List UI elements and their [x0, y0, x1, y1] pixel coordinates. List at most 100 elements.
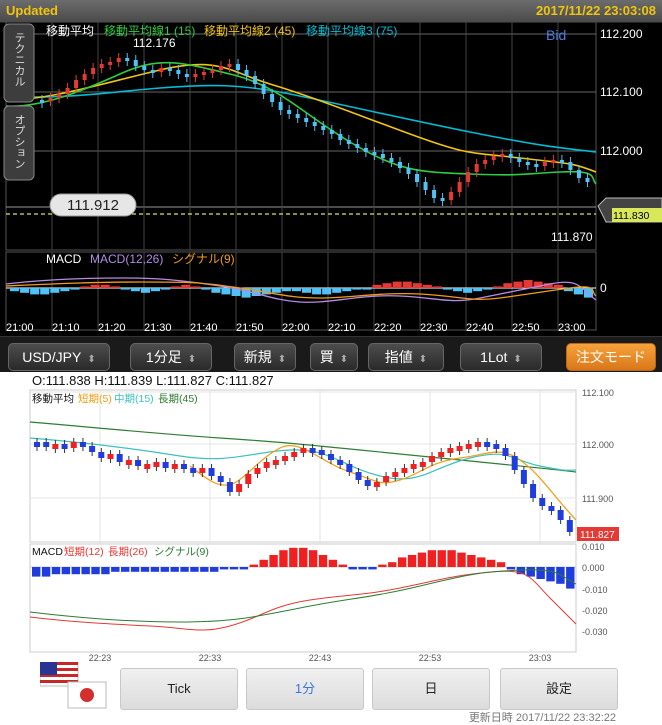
side-tab-option[interactable]: オプション [3, 105, 35, 181]
top-chart-area[interactable]: テクニカル オプション 移動平均 移動平均線1 (15) 移動平均線2 (45)… [0, 22, 662, 336]
bottom-macd-bar [111, 567, 120, 572]
top-candle [287, 110, 292, 114]
day-button[interactable]: 日 [372, 668, 490, 710]
chevron-icon: ⬍ [418, 354, 428, 365]
bottom-current-price: 111.827 [580, 530, 615, 541]
tick-button[interactable]: Tick [120, 668, 238, 710]
macd-bar [402, 281, 412, 288]
bottom-candle [465, 444, 472, 449]
macd-bar [382, 283, 392, 288]
x-tick: 22:30 [420, 322, 448, 334]
top-candle [167, 68, 172, 71]
top-candle [159, 68, 164, 72]
bottom-candle [566, 520, 573, 532]
bottom-candle [190, 468, 197, 473]
update-time-value: 2017/11/22 23:32:22 [515, 712, 616, 724]
bottom-macd-bar [210, 567, 219, 572]
top-candle [551, 160, 556, 163]
macd-tick: -0.010 [582, 585, 608, 595]
x-tick: 22:20 [374, 322, 402, 334]
bottom-macd-bar [279, 550, 288, 567]
bottom-x-tick: 22:23 [89, 653, 112, 662]
top-candle [363, 148, 368, 152]
top-candle [585, 178, 590, 182]
top-candle [440, 198, 445, 201]
top-candle [576, 170, 581, 178]
ma3-legend: 移動平均線3 (75) [306, 23, 397, 38]
macd-bar [302, 288, 312, 293]
low-price-label: 111.870 [551, 230, 593, 244]
side-tab-technical[interactable]: テクニカル [3, 23, 35, 103]
top-candle [517, 158, 522, 162]
top-candle [108, 62, 113, 65]
currency-pair-select[interactable]: USD/JPY ⬍ [8, 343, 110, 371]
bottom-candle [217, 476, 224, 482]
bottom-candle [199, 468, 206, 473]
bottom-macd-bar [378, 564, 387, 567]
bottom-candle [429, 456, 436, 462]
current-price-pill[interactable]: 111.912 [49, 193, 137, 217]
macd-bar [493, 286, 503, 288]
top-candle [406, 168, 411, 174]
bottom-candle [373, 482, 380, 487]
order-mode-button[interactable]: 注文モード [566, 343, 656, 371]
settings-button[interactable]: 設定 [500, 668, 618, 710]
bottom-macd-bar [239, 567, 249, 570]
top-candle [184, 74, 189, 77]
bottom-candle [539, 498, 546, 506]
bottom-candle [282, 456, 289, 461]
top-candle [253, 76, 258, 84]
bottom-macd-bar [71, 567, 80, 575]
bottom-chart-area[interactable]: O:111.838 H:111.839 L:111.827 C:111.827 … [0, 372, 662, 662]
x-tick: 22:10 [328, 322, 356, 334]
bottom-candle [456, 446, 463, 451]
bottom-candle [89, 446, 96, 452]
ma-legend-title: 移動平均 [46, 24, 94, 38]
x-tick: 21:20 [98, 322, 126, 334]
bottom-macd-bar [368, 567, 377, 570]
macd-bar [140, 288, 150, 293]
x-tick: 21:30 [144, 322, 172, 334]
macd-bar [60, 288, 70, 292]
bottom-price-panel [29, 389, 577, 543]
bottom-macd-bar [41, 567, 51, 577]
timeframe-select[interactable]: 1分足 ⬍ [130, 343, 212, 371]
macd-bar [40, 288, 50, 295]
x-tick: 21:50 [236, 322, 264, 334]
bottom-macd-bar [427, 550, 437, 567]
macd-bar [503, 283, 513, 288]
bottom-x-tick: 22:53 [419, 653, 442, 662]
macd-bar [332, 288, 342, 293]
minute-button[interactable]: 1分 [246, 668, 364, 710]
bottom-x-tick: 22:43 [309, 653, 332, 662]
top-candle [312, 122, 317, 126]
order-type-select[interactable]: 指値 ⬍ [368, 343, 444, 371]
bottom-y-tick: 111.900 [582, 494, 613, 504]
top-candle [491, 156, 496, 160]
new-order-label: 新規 [243, 349, 272, 365]
macd-bar [281, 288, 291, 292]
macd-bar [312, 288, 322, 295]
bottom-macd-bar [150, 567, 160, 572]
macd-bar [50, 288, 60, 293]
currency-pair-label: USD/JPY [22, 349, 82, 365]
macd-legend-params: MACD(12,26) [90, 252, 163, 266]
macd-bar [422, 284, 432, 288]
new-order-select[interactable]: 新規 ⬍ [234, 343, 296, 371]
macd-tick: 0.010 [582, 542, 605, 552]
macd-bar [211, 288, 221, 293]
bottom-x-tick: 22:33 [199, 653, 222, 662]
bottom-candle [392, 472, 399, 477]
top-candle [261, 84, 266, 94]
bottom-macd-bar [140, 567, 150, 572]
top-candle [466, 172, 471, 182]
top-candle [278, 102, 283, 110]
side-select[interactable]: 買 ⬍ [310, 343, 358, 371]
currency-flags[interactable] [39, 661, 110, 712]
bottom-macd-bar [299, 547, 308, 567]
top-candle [329, 130, 334, 134]
macd-bar [362, 288, 372, 290]
macd-bar [271, 288, 281, 293]
top-candle [91, 68, 96, 74]
lot-select[interactable]: 1Lot ⬍ [460, 343, 542, 371]
